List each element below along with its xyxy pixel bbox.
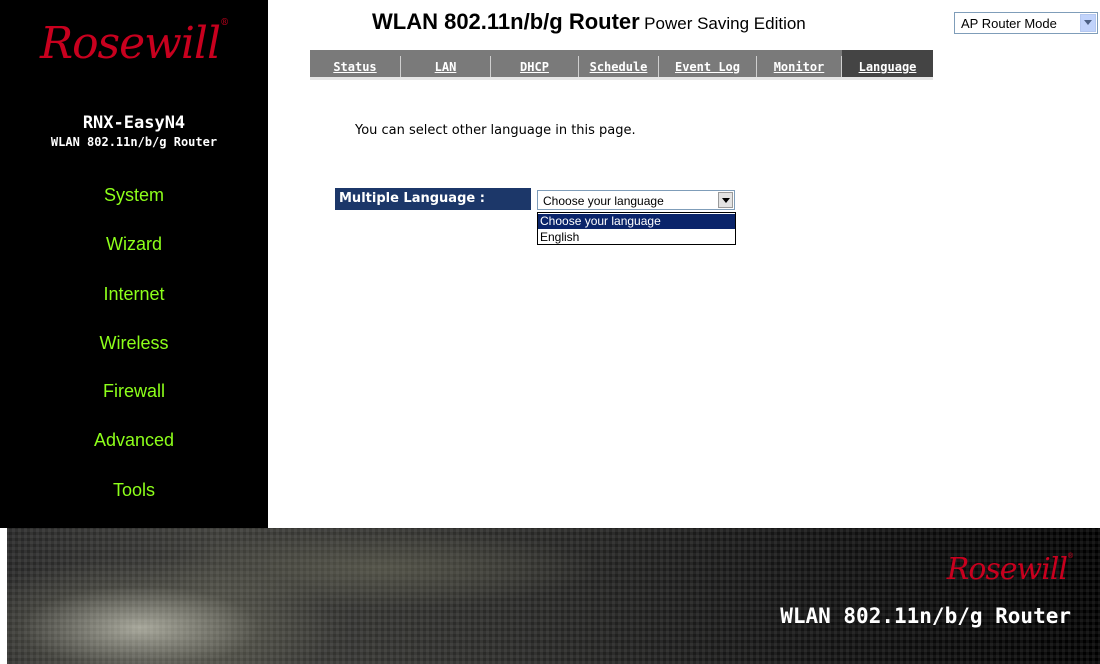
tab-dhcp[interactable]: DHCP <box>491 50 578 77</box>
footer-rosewill-logo: Rosewill® <box>946 552 1074 587</box>
language-option-choose[interactable]: Choose your language <box>538 214 735 229</box>
mode-select-value: AP Router Mode <box>961 16 1057 31</box>
tab-bar: Status LAN DHCP Schedule Event Log Monit… <box>310 50 933 80</box>
tab-language[interactable]: Language <box>842 50 933 77</box>
sidebar: Rosewill® RNX-EasyN4 WLAN 802.11n/b/g Ro… <box>0 0 268 528</box>
tab-status[interactable]: Status <box>310 50 400 77</box>
model-subtitle: WLAN 802.11n/b/g Router <box>50 135 218 149</box>
mode-select[interactable]: AP Router Mode <box>954 12 1098 34</box>
page-title: WLAN 802.11n/b/g Router Power Saving Edi… <box>372 9 806 35</box>
tab-schedule[interactable]: Schedule <box>579 50 658 77</box>
title-sub: Power Saving Edition <box>644 14 806 33</box>
chevron-down-icon[interactable] <box>718 192 733 208</box>
tab-event-log[interactable]: Event Log <box>659 50 756 77</box>
footer-banner: Rosewill® WLAN 802.11n/b/g Router <box>0 528 1100 664</box>
sidebar-item-advanced[interactable]: Advanced <box>0 430 268 451</box>
sidebar-item-wizard[interactable]: Wizard <box>0 234 268 255</box>
sidebar-item-internet[interactable]: Internet <box>0 284 268 305</box>
language-option-english[interactable]: English <box>538 230 735 245</box>
footer-edge <box>0 528 7 664</box>
chevron-down-icon[interactable] <box>1080 14 1096 32</box>
tab-lan[interactable]: LAN <box>401 50 490 77</box>
rosewill-logo: Rosewill® <box>39 18 229 69</box>
language-select[interactable]: Choose your language <box>537 190 735 210</box>
language-label: Multiple Language : <box>335 188 531 210</box>
language-dropdown-list: Choose your language English <box>537 212 736 245</box>
footer-product-name: WLAN 802.11n/b/g Router <box>780 604 1071 628</box>
sidebar-item-tools[interactable]: Tools <box>0 480 268 501</box>
intro-text: You can select other language in this pa… <box>355 123 636 138</box>
sidebar-item-wireless[interactable]: Wireless <box>0 333 268 354</box>
model-name: RNX-EasyN4 <box>82 113 186 133</box>
language-select-value: Choose your language <box>543 194 664 208</box>
tab-monitor[interactable]: Monitor <box>757 50 841 77</box>
title-main: WLAN 802.11n/b/g Router <box>372 9 640 34</box>
sidebar-item-firewall[interactable]: Firewall <box>0 381 268 402</box>
sidebar-item-system[interactable]: System <box>0 185 268 206</box>
